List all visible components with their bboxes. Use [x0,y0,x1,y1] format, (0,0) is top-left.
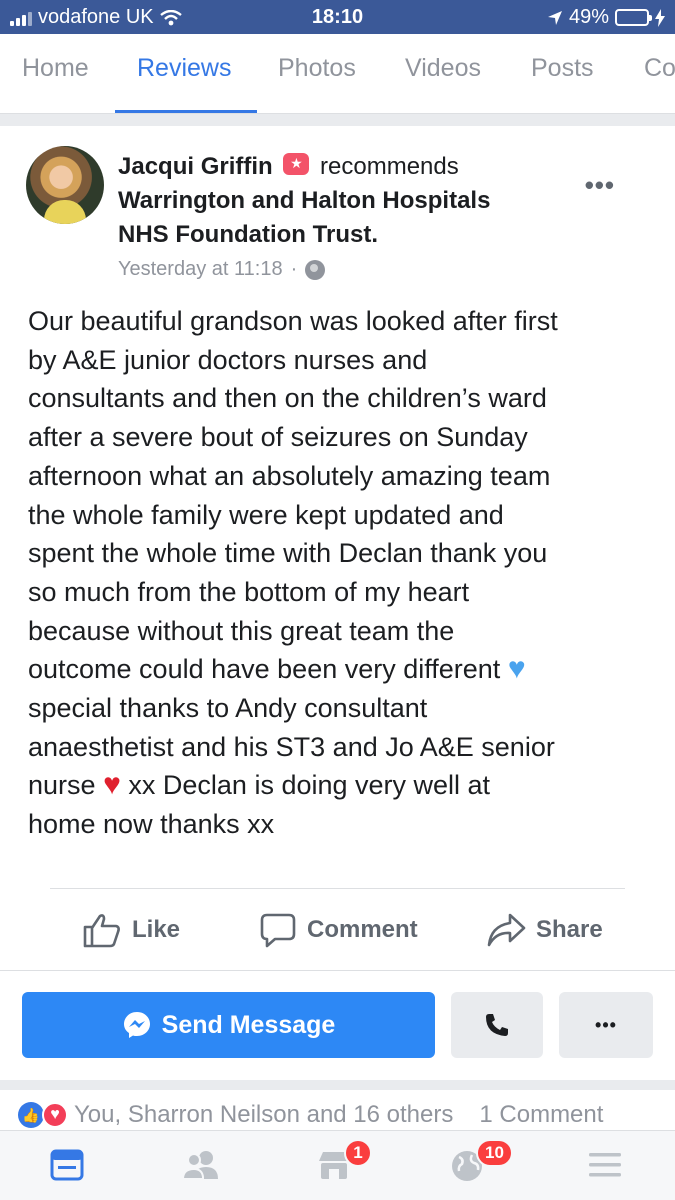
post-actions: Like Comment Share [0,906,675,956]
battery-percent: 49% [568,6,609,28]
marketplace-badge: 1 [344,1139,372,1167]
friends-icon [181,1151,218,1180]
body-line: nurse [28,770,96,801]
body-line: Our beautiful grandson was looked after … [28,306,558,336]
post-meta: Yesterday at 11:18 · [118,258,326,281]
phone-icon [486,1014,508,1036]
call-button[interactable] [451,992,543,1058]
share-arrow-icon [487,913,526,947]
section-divider [0,114,675,126]
bottom-navigation: 1 10 [0,1130,675,1200]
body-line: after a severe bout of seizures on Sunda… [28,422,528,453]
like-button[interactable]: Like [82,912,180,948]
recommends-label: recommends [320,153,459,180]
notifications-badge: 10 [476,1139,513,1167]
status-right: 49% [547,6,665,29]
body-line: anaesthetist and his ST3 and Jo A&E seni… [28,731,555,762]
reactions-summary[interactable]: 👍 ♥ You, Sharron Neilson and 16 others 1… [18,1100,675,1130]
messenger-icon [123,1012,150,1038]
body-line: special thanks to Andy consultant [28,693,428,724]
ellipsis-icon: ••• [595,1014,617,1035]
avatar[interactable] [26,146,104,224]
body-line: because without this great team the [28,615,455,646]
blue-heart-icon: ♥ [507,652,526,686]
author-name[interactable]: Jacqui Griffin [118,153,273,180]
post-body: Our beautiful grandson was looked after … [28,302,648,844]
red-heart-icon: ♥ [103,768,121,802]
reactions-text: You, Sharron Neilson and 16 others [74,1101,454,1128]
body-line: so much from the bottom of my heart [28,576,470,607]
nav-menu[interactable] [588,1151,622,1184]
body-line: the whole family were kept updated and [28,499,504,530]
share-label: Share [536,916,603,943]
hamburger-menu-icon [589,1153,621,1177]
comment-bubble-icon [260,913,296,948]
post-timestamp[interactable]: Yesterday at 11:18 [118,258,283,281]
tab-photos[interactable]: Photos [278,54,356,83]
more-actions-button[interactable]: ••• [559,992,653,1058]
body-line: afternoon what an absolutely amazing tea… [28,460,551,491]
send-message-button[interactable]: Send Message [22,992,435,1058]
cta-divider [0,970,675,971]
charging-bolt-icon [655,8,665,27]
tab-videos[interactable]: Videos [405,54,481,83]
recommendation-badge-icon [283,152,310,175]
post-header-line1: Jacqui Griffin recommends [118,150,459,184]
status-bar: vodafone UK 18:10 49% [0,0,675,34]
share-button[interactable]: Share [486,912,603,948]
body-line: outcome could have been very different [28,654,501,685]
review-post: Jacqui Griffin recommends Warrington and… [0,126,675,966]
send-message-label: Send Message [161,1010,336,1039]
tab-reviews[interactable]: Reviews [137,54,231,83]
page-tabs: Home Reviews Photos Videos Posts Co [0,34,675,114]
thumbs-up-icon [83,914,120,948]
body-line-with-emoji: nurse ♥ xx Declan is doing very well at [28,766,648,805]
body-line: consultants and then on the children’s w… [28,383,547,414]
comment-button[interactable]: Comment [259,912,418,948]
like-label: Like [132,916,181,943]
comment-count[interactable]: 1 Comment [479,1101,603,1129]
nav-friends[interactable] [181,1149,220,1186]
body-line: spent the whole time with Declan thank y… [28,538,548,569]
like-reaction-icon: 👍 [18,1102,44,1128]
tab-community[interactable]: Co [644,54,675,83]
tab-home[interactable]: Home [22,54,89,83]
body-line-with-emoji: outcome could have been very different ♥ [28,650,648,689]
body-line: xx Declan is doing very well at [128,770,491,801]
battery-icon [615,9,652,26]
page-name-line1[interactable]: Warrington and Halton Hospitals [118,184,490,218]
page-name-line2[interactable]: NHS Foundation Trust. [118,218,378,252]
nav-news-feed[interactable] [50,1149,84,1186]
globe-icon [305,259,326,280]
more-options-icon[interactable]: ••• [585,170,615,201]
comment-label: Comment [307,916,418,943]
tab-posts[interactable]: Posts [531,54,594,83]
actions-divider [50,888,625,889]
body-line: by A&E junior doctors nurses and [28,344,428,375]
section-divider [0,1080,675,1090]
body-line: home now thanks xx [28,809,275,840]
nav-marketplace[interactable]: 1 [316,1139,372,1186]
meta-separator: · [290,258,298,280]
nav-notifications[interactable]: 10 [450,1139,513,1188]
love-reaction-icon: ♥ [42,1102,68,1128]
news-feed-icon [50,1149,84,1181]
location-arrow-icon [547,10,562,25]
